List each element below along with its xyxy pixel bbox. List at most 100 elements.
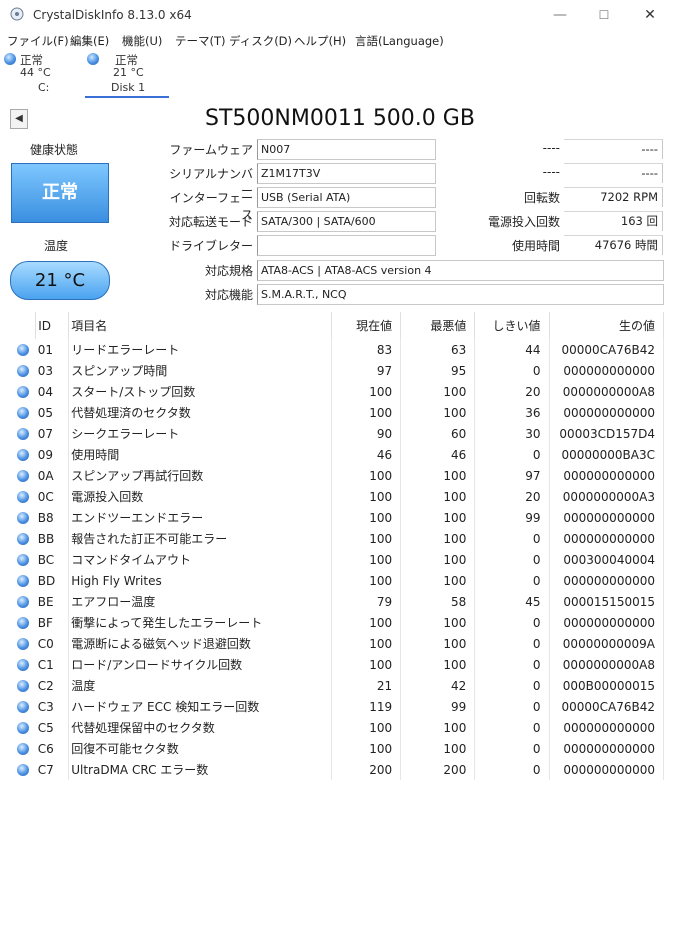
- smart-id: 09: [35, 444, 70, 465]
- smart-row[interactable]: BE エアフロー温度 79 58 45 000015150015: [11, 591, 665, 612]
- header-current[interactable]: 現在値: [331, 312, 402, 339]
- smart-row[interactable]: 04 スタート/ストップ回数 100 100 20 0000000000A8: [11, 381, 665, 402]
- header-threshold[interactable]: しきい値: [474, 312, 550, 339]
- smart-row[interactable]: 03 スピンアップ時間 97 95 0 000000000000: [11, 360, 665, 381]
- smart-current: 100: [331, 633, 402, 654]
- close-button[interactable]: ✕: [630, 4, 670, 26]
- smart-worst: 99: [400, 696, 476, 717]
- health-status-button[interactable]: 正常: [11, 163, 109, 223]
- smart-header-row: ID 項目名 現在値 最悪値 しきい値 生の値: [11, 312, 665, 339]
- smart-row[interactable]: C3 ハードウェア ECC 検知エラー回数 119 99 0 00000CA76B42: [11, 696, 665, 717]
- header-raw[interactable]: 生の値: [549, 312, 665, 339]
- smart-row[interactable]: C0 電源断による磁気ヘッド退避回数 100 100 0 00000000009A: [11, 633, 665, 654]
- smart-threshold: 0: [474, 612, 550, 633]
- power-count-label: 電源投入回数: [487, 215, 560, 229]
- smart-id: BF: [35, 612, 70, 633]
- status-orb-icon: [17, 596, 30, 608]
- menu-disk[interactable]: ディスク(D): [229, 33, 292, 49]
- smart-current: 46: [331, 444, 402, 465]
- smart-attribute-name: 衝撃によって発生したエラーレート: [68, 612, 333, 633]
- smart-row[interactable]: 01 リードエラーレート 83 63 44 00000CA76B42: [11, 339, 665, 360]
- menu-theme[interactable]: テーマ(T): [175, 33, 226, 49]
- smart-row[interactable]: C5 代替処理保留中のセクタ数 100 100 0 000000000000: [11, 717, 665, 738]
- status-orb-icon: [11, 675, 36, 696]
- smart-id: 01: [35, 339, 70, 360]
- smart-worst: 100: [400, 381, 476, 402]
- smart-row[interactable]: 07 シークエラーレート 90 60 30 00003CD157D4: [11, 423, 665, 444]
- menu-help[interactable]: ヘルプ(H): [294, 33, 346, 49]
- smart-row[interactable]: B8 エンドツーエンドエラー 100 100 99 000000000000: [11, 507, 665, 528]
- menu-edit[interactable]: 編集(E): [70, 33, 109, 49]
- header-name[interactable]: 項目名: [68, 312, 333, 339]
- smart-raw-value: 00000000009A: [549, 633, 665, 654]
- smart-raw-value: 000000000000: [549, 528, 665, 549]
- minimize-button[interactable]: —: [540, 4, 580, 26]
- header-id[interactable]: ID: [35, 312, 70, 339]
- smart-id: C3: [35, 696, 70, 717]
- smart-row[interactable]: 09 使用時間 46 46 0 00000000BA3C: [11, 444, 665, 465]
- window-title: CrystalDiskInfo 8.13.0 x64: [33, 8, 192, 22]
- smart-row[interactable]: C7 UltraDMA CRC エラー数 200 200 0 000000000000: [11, 759, 665, 780]
- smart-attribute-name: ハードウェア ECC 検知エラー回数: [68, 696, 333, 717]
- smart-row[interactable]: C2 温度 21 42 0 000B00000015: [11, 675, 665, 696]
- smart-worst: 100: [400, 507, 476, 528]
- smart-threshold: 0: [474, 759, 550, 780]
- smart-row[interactable]: BD High Fly Writes 100 100 0 000000000000: [11, 570, 665, 591]
- smart-id: C1: [35, 654, 70, 675]
- temperature-value: 21 °C: [10, 261, 110, 300]
- smart-raw-value: 00000CA76B42: [549, 339, 665, 360]
- drive-letter-value: [257, 235, 436, 256]
- previous-disk-button[interactable]: ◀: [10, 109, 28, 129]
- smart-current: 100: [331, 507, 402, 528]
- disk-temp: 21 °C: [113, 66, 144, 79]
- smart-row[interactable]: 0C 電源投入回数 100 100 20 0000000000A3: [11, 486, 665, 507]
- smart-current: 100: [331, 528, 402, 549]
- smart-row[interactable]: BC コマンドタイムアウト 100 100 0 000300040004: [11, 549, 665, 570]
- smart-id: BC: [35, 549, 70, 570]
- disk-tab-disk1[interactable]: 正常 21 °C Disk 1: [85, 50, 169, 96]
- power-count-value: 163 回: [564, 211, 663, 231]
- smart-current: 100: [331, 654, 402, 675]
- power-hours-label: 使用時間: [511, 239, 560, 253]
- menu-function[interactable]: 機能(U): [122, 33, 162, 49]
- smart-threshold: 97: [474, 465, 550, 486]
- status-orb-icon: [11, 696, 36, 717]
- status-orb-icon: [11, 654, 36, 675]
- disk-model: ST500NM0011 500.0 GB: [205, 106, 475, 131]
- firmware-label: ファームウェア: [169, 143, 253, 157]
- status-orb-icon: [17, 428, 30, 440]
- smart-row[interactable]: 05 代替処理済のセクタ数 100 100 36 000000000000: [11, 402, 665, 423]
- status-orb-icon: [17, 449, 30, 461]
- smart-attribute-name: 使用時間: [68, 444, 333, 465]
- menu-file[interactable]: ファイル(F): [7, 33, 69, 49]
- smart-row[interactable]: BB 報告された訂正不可能エラー 100 100 0 000000000000: [11, 528, 665, 549]
- smart-worst: 100: [400, 549, 476, 570]
- maximize-button[interactable]: ☐: [584, 4, 624, 26]
- smart-id: 05: [35, 402, 70, 423]
- status-orb-icon: [17, 344, 30, 356]
- active-tab-indicator: [85, 96, 169, 98]
- smart-attribute-name: UltraDMA CRC エラー数: [68, 759, 333, 780]
- smart-raw-value: 000000000000: [549, 759, 665, 780]
- disk-name: Disk 1: [111, 81, 146, 94]
- smart-threshold: 0: [474, 633, 550, 654]
- status-orb-icon: [11, 612, 36, 633]
- status-orb-icon: [17, 680, 30, 692]
- smart-id: C2: [35, 675, 70, 696]
- smart-row[interactable]: 0A スピンアップ再試行回数 100 100 97 000000000000: [11, 465, 665, 486]
- status-orb-icon: [11, 423, 36, 444]
- smart-worst: 200: [400, 759, 476, 780]
- smart-attribute-name: 電源断による磁気ヘッド退避回数: [68, 633, 333, 654]
- smart-row[interactable]: BF 衝撃によって発生したエラーレート 100 100 0 000000000000: [11, 612, 665, 633]
- smart-row[interactable]: C6 回復不可能セクタ数 100 100 0 000000000000: [11, 738, 665, 759]
- menu-language[interactable]: 言語(Language): [355, 33, 444, 49]
- header-worst[interactable]: 最悪値: [400, 312, 476, 339]
- disk-tab-c[interactable]: 正常 44 °C C:: [2, 50, 62, 96]
- right-label-1: ----: [542, 141, 560, 155]
- status-orb-icon: [17, 407, 30, 419]
- smart-row[interactable]: C1 ロード/アンロードサイクル回数 100 100 0 0000000000A8: [11, 654, 665, 675]
- smart-current: 83: [331, 339, 402, 360]
- smart-current: 100: [331, 717, 402, 738]
- smart-id: BB: [35, 528, 70, 549]
- smart-threshold: 0: [474, 528, 550, 549]
